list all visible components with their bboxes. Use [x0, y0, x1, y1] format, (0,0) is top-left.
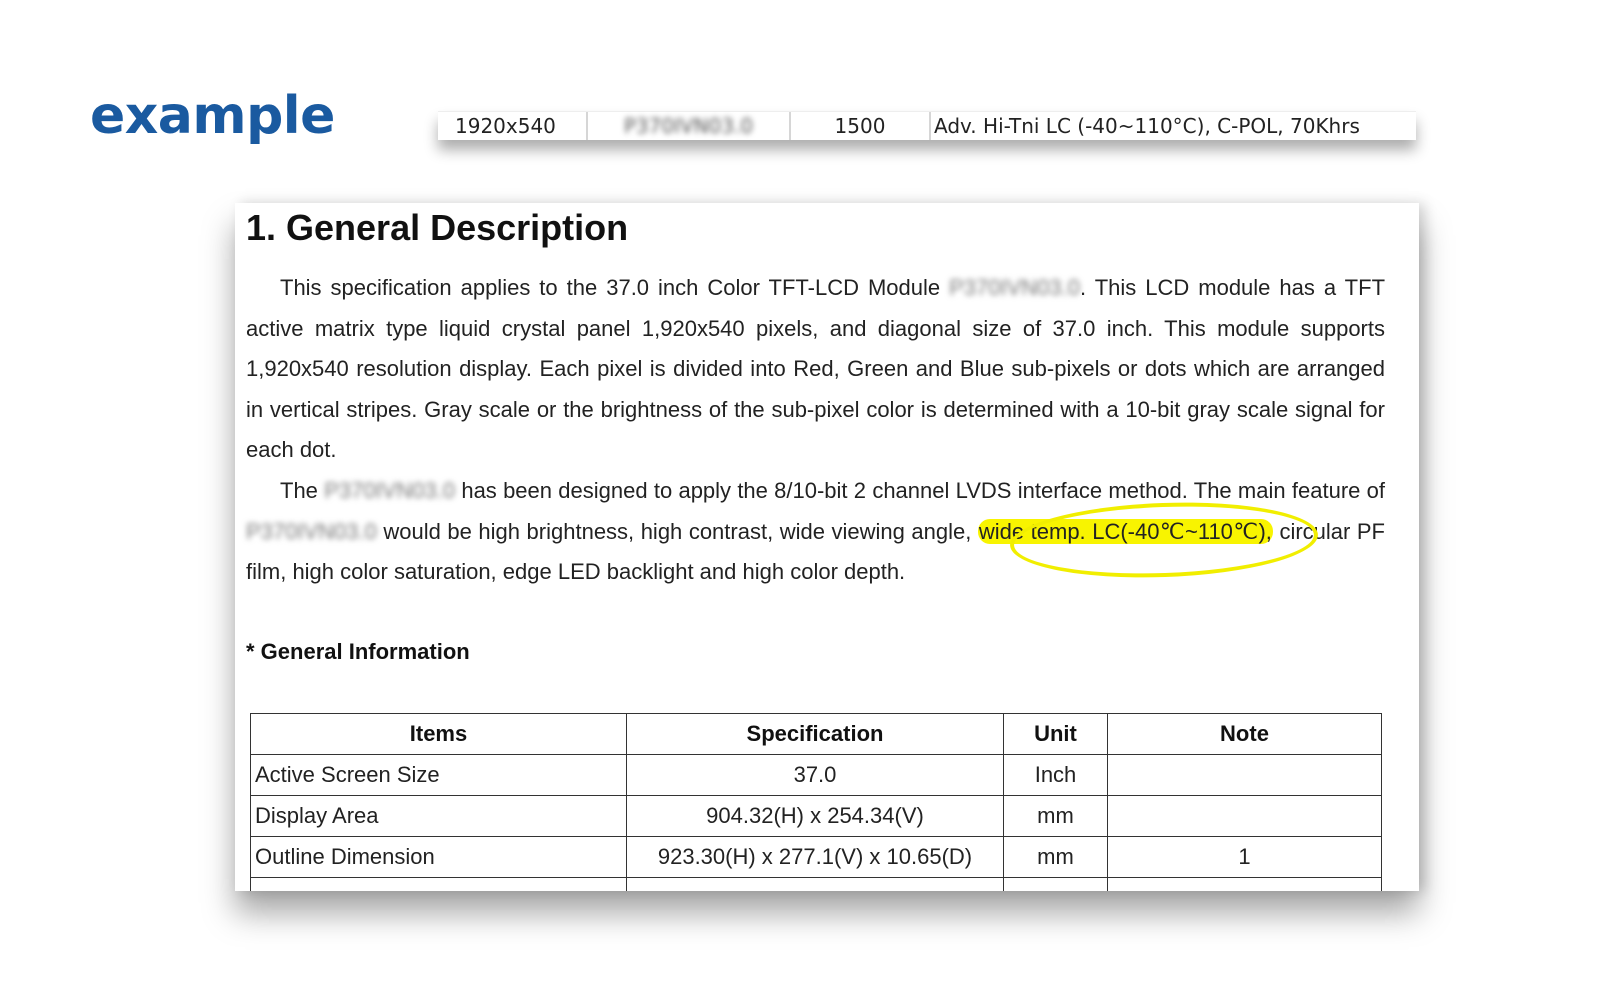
header-items: Items — [250, 713, 627, 755]
cell-note: 1 — [1107, 836, 1382, 878]
table-header-row: Items Specification Unit Note — [250, 713, 1382, 755]
table-row: Active Screen Size 37.0 Inch — [250, 754, 1382, 796]
cell-spec: 923.30(H) x 277.1(V) x 10.65(D) — [626, 836, 1004, 878]
cell-unit: Inch — [1003, 754, 1108, 796]
table-row: Display Area 904.32(H) x 254.34(V) mm — [250, 795, 1382, 837]
cell-empty — [1107, 877, 1382, 891]
p2-text-c: would be high brightness, high contrast,… — [376, 518, 978, 544]
section-heading: 1. General Description — [246, 207, 629, 248]
cell-note — [1107, 754, 1382, 796]
p1-text-a: This specification applies to the 37.0 i… — [280, 275, 950, 300]
header-specification: Specification — [626, 713, 1004, 755]
table-row: Outline Dimension 923.30(H) x 277.1(V) x… — [250, 836, 1382, 878]
paragraph-1: This specification applies to the 37.0 i… — [246, 268, 1385, 471]
cell-item: Outline Dimension — [250, 836, 627, 878]
strip-features: Adv. Hi-Tni LC (-40~110°C), C-POL, 70Khr… — [934, 114, 1360, 138]
highlighted-text: wide temp. LC(-40℃~110℃), — [977, 518, 1273, 544]
paragraph-2: The P370IVN03.0 has been designed to app… — [246, 471, 1385, 593]
cell-spec: 904.32(H) x 254.34(V) — [626, 795, 1004, 837]
strip-resolution: 1920x540 — [438, 112, 588, 140]
cell-empty — [250, 877, 627, 891]
page: example 1920x540 P370IVN03.0 1500 Adv. H… — [0, 0, 1597, 991]
cell-item: Display Area — [250, 795, 627, 837]
header-note: Note — [1107, 713, 1382, 755]
header-unit: Unit — [1003, 713, 1108, 755]
cell-unit: mm — [1003, 836, 1108, 878]
p2-text-b: has been designed to apply the 8/10-bit … — [455, 478, 1385, 503]
document-excerpt: 1. General Description This specificatio… — [235, 203, 1419, 891]
strip-model: P370IVN03.0 — [588, 112, 791, 140]
p1-model-blurred: P370IVN03.0 — [949, 275, 1080, 300]
cell-spec: 37.0 — [626, 754, 1004, 796]
cell-item: Active Screen Size — [250, 754, 627, 796]
table-row-partial — [250, 877, 1382, 891]
p2-model-blurred-a: P370IVN03.0 — [324, 478, 456, 503]
spec-strip: 1920x540 P370IVN03.0 1500 Adv. Hi-Tni LC… — [438, 111, 1416, 140]
cell-empty — [1003, 877, 1108, 891]
cell-empty — [626, 877, 1004, 891]
general-info-table: Items Specification Unit Note Active Scr… — [250, 713, 1382, 891]
p1-text-b: . This LCD module has a TFT active matri… — [246, 275, 1386, 462]
p2-model-blurred-b: P370IVN03.0 — [246, 518, 377, 544]
cell-note — [1107, 795, 1382, 837]
p2-text-a: The — [280, 478, 325, 503]
strip-brightness: 1500 — [791, 112, 931, 140]
cell-unit: mm — [1003, 795, 1108, 837]
strip-model-text: P370IVN03.0 — [623, 114, 754, 138]
example-label: example — [90, 86, 335, 146]
subheading: * General Information — [246, 639, 470, 664]
